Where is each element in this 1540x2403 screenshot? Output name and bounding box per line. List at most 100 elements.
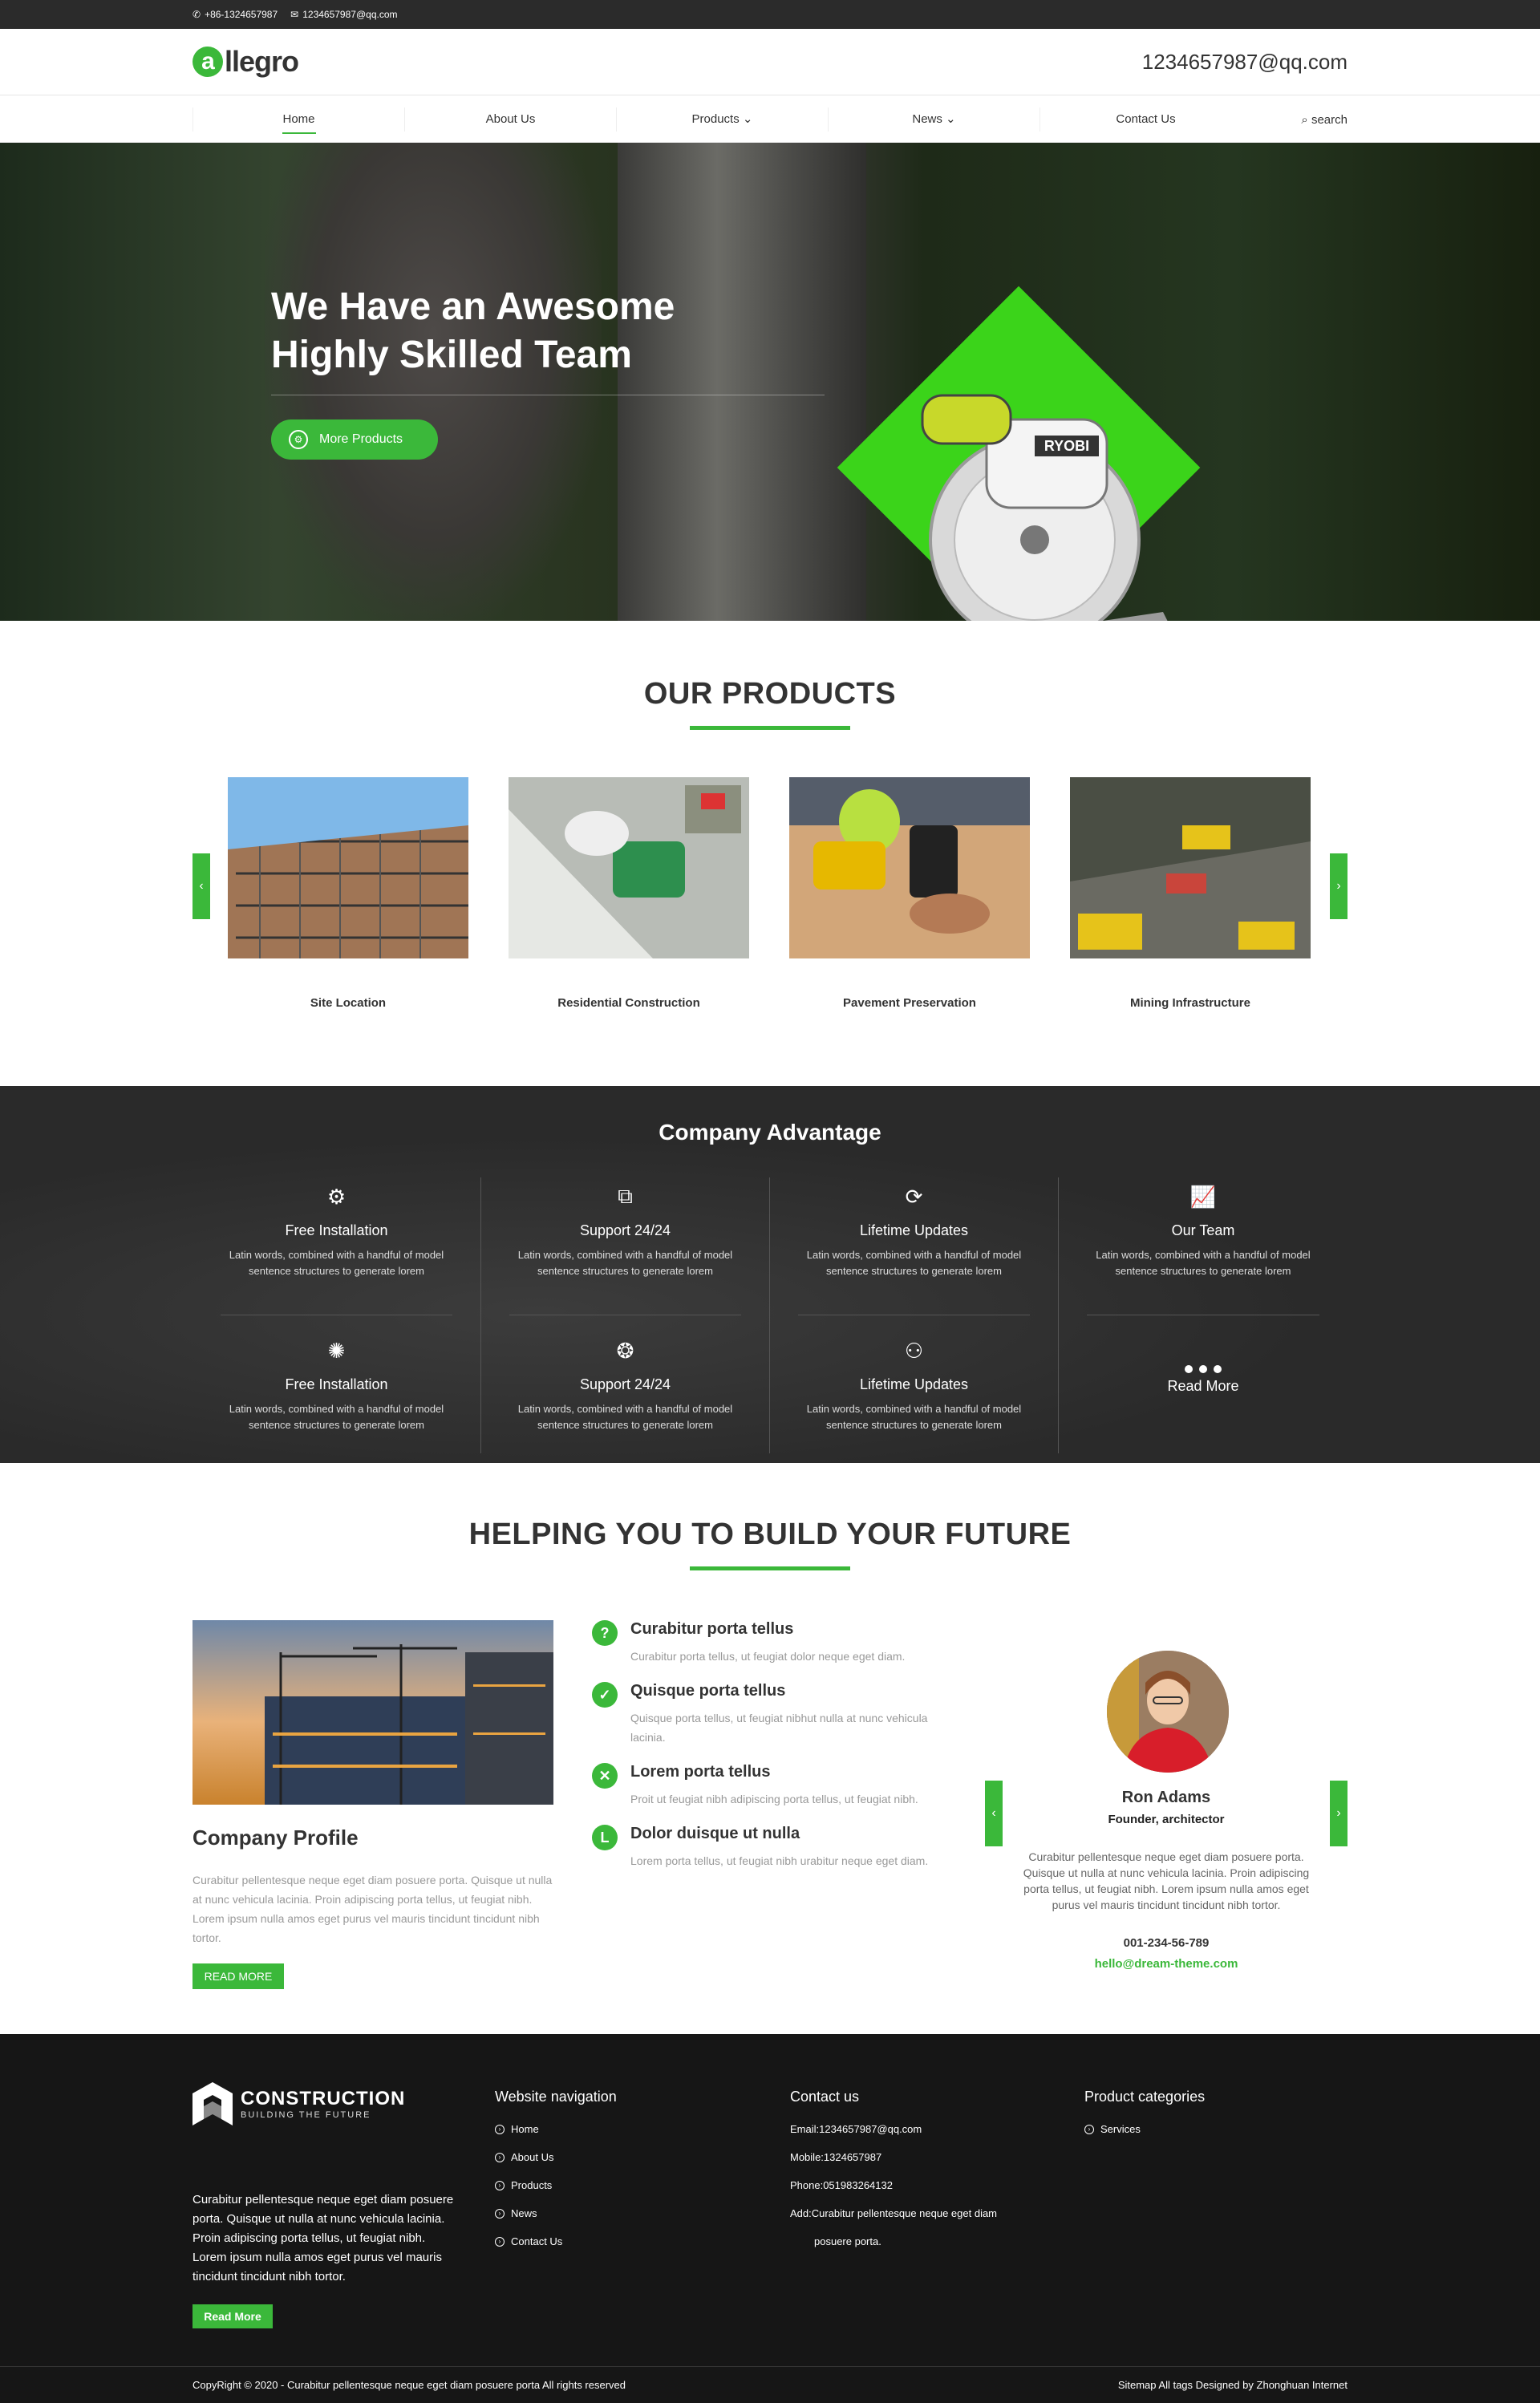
faq-item[interactable]: L Dolor duisque ut nulla Lorem porta tell… <box>592 1825 945 1870</box>
mining-infrastructure-image <box>1070 777 1311 958</box>
products-next-button[interactable]: › <box>1330 853 1348 919</box>
contact-email[interactable]: Email:1234657987@qq.com <box>790 2123 997 2135</box>
footer-logo[interactable]: CONSTRUCTION BUILDING THE FUTURE <box>192 2082 405 2125</box>
footer-bottom-links[interactable]: Sitemap All tags Designed by Zhonghuan I… <box>1118 2379 1348 2391</box>
footer-link[interactable]: › News <box>495 2207 617 2219</box>
hero-title: We Have an Awesome Highly Skilled Team <box>271 286 675 376</box>
footer-link[interactable]: › Products <box>495 2179 617 2191</box>
clock-icon: L <box>592 1825 618 1850</box>
circular-saw-image: RYOBI <box>921 394 1168 621</box>
nav-about[interactable]: About Us <box>404 107 616 132</box>
products-title: OUR PRODUCTS <box>643 677 897 711</box>
footer-divider <box>0 2366 1540 2367</box>
contact-address-2: posuere porta. <box>814 2235 881 2247</box>
advantage-item[interactable]: ✺ Free Installation Latin words, combine… <box>192 1315 481 1453</box>
network-icon: ✺ <box>327 1338 346 1363</box>
svg-text:RYOBI: RYOBI <box>1044 438 1089 454</box>
chevron-right-icon: › <box>495 2152 505 2162</box>
nav-home[interactable]: Home <box>192 107 404 132</box>
gear-icon: ⚙ <box>326 1184 346 1209</box>
testimonial-phone: 001-234-56-789 <box>1123 1936 1210 1950</box>
testimonial-card: ‹ › Ron Adams Founder, architector Curab… <box>985 1620 1348 1989</box>
site-location-image <box>228 777 468 958</box>
advantage-item[interactable]: ❂ Support 24/24 Latin words, combined wi… <box>481 1315 770 1453</box>
chevron-right-icon: › <box>1336 879 1341 893</box>
faq-item[interactable]: ? Curabitur porta tellus Curabitur porta … <box>592 1620 945 1666</box>
check-icon: ✓ <box>592 1682 618 1708</box>
product-label[interactable]: Residential Construction <box>509 996 749 1010</box>
company-profile-title: Company Profile <box>192 1826 359 1850</box>
top-bar: ✆ +86-1324657987 ✉ 1234657987@qq.com <box>0 0 1540 29</box>
chart-icon: 📈 <box>1189 1184 1217 1209</box>
topbar-phone: ✆ +86-1324657987 <box>192 9 278 20</box>
nav-products[interactable]: Products ⌄ <box>616 107 828 132</box>
footer-link[interactable]: › Home <box>495 2123 617 2135</box>
footer-about-text: Curabitur pellentesque neque eget diam p… <box>192 2193 454 2283</box>
advantage-item[interactable]: 📈 Our Team Latin words, combined with a … <box>1059 1177 1348 1315</box>
advantage-item[interactable]: ⟳ Lifetime Updates Latin words, combined… <box>770 1177 1059 1315</box>
helping-title: HELPING YOU TO BUILD YOUR FUTURE <box>468 1518 1072 1551</box>
footer-contact: Contact us Email:1234657987@qq.com Mobil… <box>790 2089 998 2247</box>
nav-contact[interactable]: Contact Us <box>1040 107 1251 132</box>
testimonial-email[interactable]: hello@dream-theme.com <box>985 1957 1348 1971</box>
read-more-button[interactable]: Read More <box>1059 1315 1348 1453</box>
question-icon: ? <box>592 1620 618 1646</box>
whatsapp-icon: ✆ <box>192 9 201 20</box>
more-products-button[interactable]: ⚙ More Products <box>271 419 438 460</box>
contact-address: Add:Curabitur pellentesque neque eget di… <box>790 2207 998 2219</box>
read-more-button[interactable]: READ MORE <box>192 1963 284 1989</box>
faq-list: ? Curabitur porta tellus Curabitur porta … <box>592 1620 945 1886</box>
construction-logo-icon <box>192 2082 233 2125</box>
pavement-preservation-image <box>789 777 1030 958</box>
footer-bottom: CopyRight © 2020 - Curabitur pellentesqu… <box>192 2379 1348 2391</box>
products-prev-button[interactable]: ‹ <box>192 853 210 919</box>
logo[interactable]: a llegro <box>192 45 299 79</box>
faq-item[interactable]: ✕ Lorem porta tellus Proit ut feugiat nib… <box>592 1763 945 1809</box>
footer-link[interactable]: › Contact Us <box>495 2235 617 2247</box>
advantage-item[interactable]: ⚙ Free Installation Latin words, combine… <box>192 1177 481 1315</box>
product-label[interactable]: Pavement Preservation <box>789 996 1030 1010</box>
advantage-item[interactable]: ⚇ Lifetime Updates Latin words, combined… <box>770 1315 1059 1453</box>
badge-icon: ❂ <box>616 1338 634 1363</box>
product-card[interactable]: Site Location <box>228 777 468 1010</box>
advantage-item[interactable]: ⧉ Support 24/24 Latin words, combined wi… <box>481 1177 770 1315</box>
product-card[interactable]: Mining Infrastructure <box>1070 777 1311 1010</box>
gear-icon: ⚙ <box>289 430 308 449</box>
footer-link[interactable]: › About Us <box>495 2151 617 2163</box>
testimonial-name: Ron Adams <box>1121 1789 1211 1806</box>
chevron-right-icon: › <box>495 2180 505 2190</box>
product-card[interactable]: Residential Construction <box>509 777 749 1010</box>
testimonial-text: Curabitur pellentesque neque eget diam p… <box>1023 1850 1310 1911</box>
chevron-right-icon: › <box>1084 2124 1094 2134</box>
product-card[interactable]: Pavement Preservation <box>789 777 1030 1010</box>
company-profile-image <box>192 1620 553 1805</box>
team-icon: ⚇ <box>904 1338 924 1363</box>
contact-phone: Phone:051983264132 <box>790 2179 893 2191</box>
footer-categories: Product categories › Services <box>1084 2089 1206 2135</box>
search-button[interactable]: ⌕ search <box>1251 113 1348 127</box>
search-icon: ⌕ <box>1301 112 1308 127</box>
copyright: CopyRight © 2020 - Curabitur pellentesqu… <box>192 2379 626 2391</box>
header-email[interactable]: 1234657987@qq.com <box>1142 50 1348 75</box>
testimonial-role: Founder, architector <box>1108 1813 1225 1826</box>
faq-item[interactable]: ✓ Quisque porta tellus Quisque porta tell… <box>592 1682 945 1747</box>
update-icon: ⟳ <box>905 1184 923 1209</box>
title-underline <box>690 1566 850 1570</box>
product-label[interactable]: Mining Infrastructure <box>1070 996 1311 1010</box>
hero-banner: We Have an Awesome Highly Skilled Team ⚙… <box>0 143 1540 621</box>
residential-construction-image <box>509 777 749 958</box>
chevron-left-icon: ‹ <box>199 879 204 893</box>
support-icon: ⧉ <box>618 1184 633 1208</box>
chevron-right-icon: › <box>495 2208 505 2219</box>
product-label[interactable]: Site Location <box>228 996 468 1010</box>
advantage-title: Company Advantage <box>659 1120 881 1145</box>
avatar <box>1107 1651 1229 1773</box>
main-nav: Home About Us Products ⌄ News ⌄ Contact … <box>0 95 1540 143</box>
footer-nav: Website navigation › Home › About Us › Prod… <box>495 2089 617 2247</box>
footer: CONSTRUCTION BUILDING THE FUTURE Curabit… <box>0 2034 1540 2403</box>
footer-link[interactable]: › Services <box>1084 2123 1205 2135</box>
hero-tree-image <box>618 143 866 621</box>
footer-read-more-button[interactable]: Read More <box>192 2304 273 2328</box>
chevron-right-icon: › <box>495 2236 505 2247</box>
nav-news[interactable]: News ⌄ <box>828 107 1040 132</box>
